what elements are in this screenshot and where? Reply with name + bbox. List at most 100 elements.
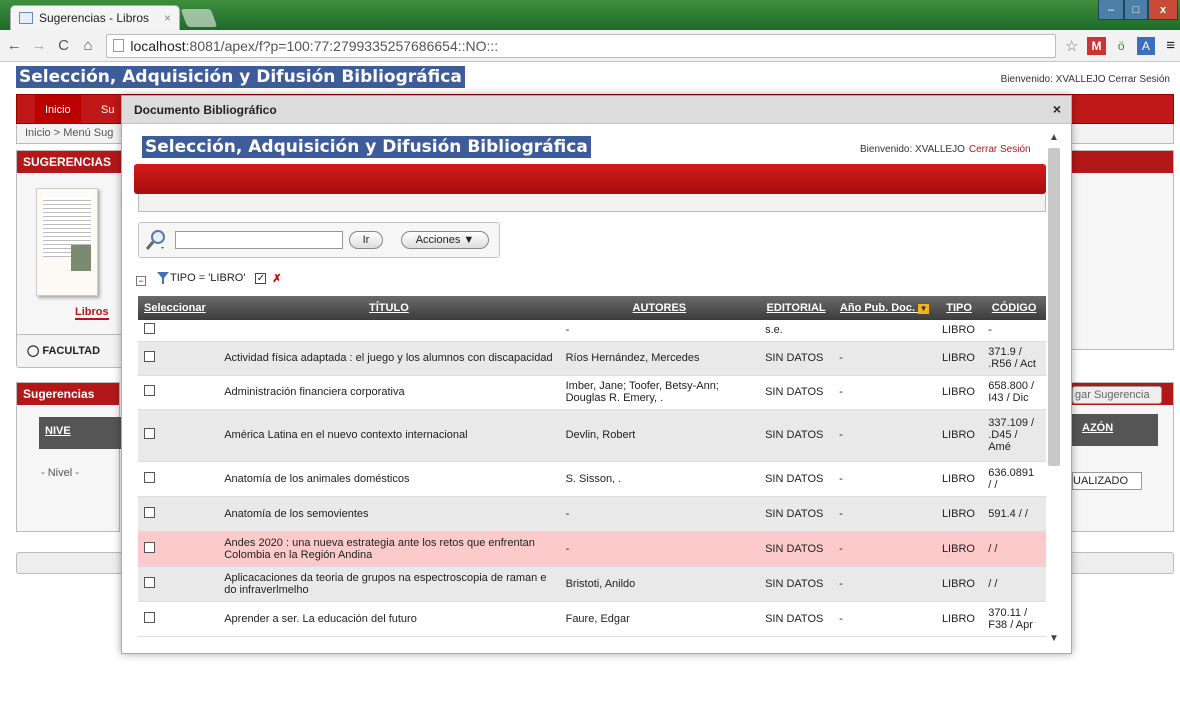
back-icon[interactable]: ← (4, 37, 25, 54)
col-titulo[interactable]: TÍTULO (218, 296, 560, 320)
cell-titulo (218, 320, 560, 342)
cell-codigo: 371.9 / .R56 / Act (982, 341, 1046, 376)
sugerencias-report: Sugerencias NIVE - Nivel - (16, 382, 121, 532)
cell-editorial: SIN DATOS (759, 531, 834, 567)
cell-autores: Bristoti, Anildo (559, 566, 760, 602)
cell-codigo: 636.0891 / / (982, 461, 1046, 497)
table-row: América Latina en el nuevo contexto inte… (138, 409, 1046, 462)
row-checkbox[interactable] (138, 375, 219, 410)
bookmark-star-icon[interactable]: ☆ (1062, 37, 1081, 55)
row-checkbox[interactable] (138, 320, 219, 342)
col-tipo[interactable]: TIPO (935, 296, 983, 320)
dialog-title: Documento Bibliográfico (134, 103, 277, 117)
logout-link[interactable]: Cerrar Sesión (969, 144, 1031, 155)
col-codigo[interactable]: CÓDIGO (982, 296, 1046, 320)
cell-tipo: LIBRO (935, 496, 983, 532)
search-icon[interactable] (145, 229, 167, 251)
table-header-row: Seleccionar TÍTULO AUTORES EDITORIAL Año… (138, 296, 1046, 320)
nivel-select[interactable]: - Nivel - (41, 467, 79, 479)
collapse-icon[interactable]: − (136, 276, 146, 286)
menu-icon[interactable]: ≡ (1161, 37, 1180, 55)
table-row: Administración financiera corporativa Im… (138, 375, 1046, 410)
panel-right-edge (1072, 150, 1174, 350)
column-razon[interactable]: AZÓN (1072, 414, 1158, 446)
dialog-scrollbar[interactable]: ▲ ▼ (1046, 132, 1062, 647)
actions-menu-button[interactable]: Acciones ▼ (401, 231, 489, 249)
cell-tipo: LIBRO (935, 320, 983, 342)
row-checkbox[interactable] (138, 496, 219, 532)
new-tab-button[interactable] (180, 9, 218, 27)
col-seleccionar[interactable]: Seleccionar (138, 296, 219, 320)
close-window-button[interactable]: x (1148, 0, 1178, 20)
filter-label[interactable]: TIPO = 'LIBRO' (170, 272, 245, 284)
cell-anio: - (833, 375, 936, 410)
remove-filter-icon[interactable]: ✗ (272, 272, 281, 285)
search-region: Ir Acciones ▼ (138, 222, 500, 258)
translate-extension-icon[interactable]: A (1136, 36, 1156, 55)
table-row: - s.e. LIBRO - (138, 320, 1046, 342)
forward-icon[interactable]: → (29, 37, 50, 54)
estado-select[interactable]: UALIZADO (1072, 472, 1142, 490)
maximize-button[interactable]: □ (1124, 0, 1148, 20)
table-row: Andes 2020 : una nueva estrategia ante l… (138, 531, 1046, 567)
documents-table: Seleccionar TÍTULO AUTORES EDITORIAL Año… (138, 296, 1046, 637)
gmail-extension-icon[interactable]: M (1087, 36, 1106, 55)
cell-autores: Devlin, Robert (559, 409, 760, 462)
cell-editorial: SIN DATOS (759, 566, 834, 602)
row-checkbox[interactable] (138, 601, 219, 637)
nav-tab-inicio[interactable]: Inicio (35, 95, 81, 125)
cell-anio: - (833, 601, 936, 637)
row-checkbox[interactable] (138, 461, 219, 497)
row-checkbox[interactable] (138, 341, 219, 376)
reload-icon[interactable]: C (53, 37, 74, 54)
cell-editorial: SIN DATOS (759, 461, 834, 497)
browser-titlebar: Sugerencias - Libros × – □ x (0, 0, 1180, 30)
cell-anio (833, 320, 936, 342)
row-checkbox[interactable] (138, 566, 219, 602)
scrollbar-thumb[interactable] (1048, 148, 1060, 466)
scroll-up-icon[interactable]: ▲ (1046, 132, 1062, 146)
close-icon[interactable]: × (1053, 101, 1061, 117)
col-editorial[interactable]: EDITORIAL (759, 296, 834, 320)
page-favicon-icon (19, 12, 33, 24)
address-bar[interactable]: localhost:8081/apex/f?p=100:77:279933525… (106, 33, 1057, 58)
cell-titulo: Anatomía de los semovientes (218, 496, 560, 532)
minimize-button[interactable]: – (1098, 0, 1124, 20)
extension-icon[interactable]: ö (1112, 37, 1131, 55)
agregar-sugerencia-button[interactable]: gar Sugerencia (1072, 386, 1162, 404)
cell-editorial: SIN DATOS (759, 409, 834, 462)
libros-link[interactable]: Libros (75, 306, 109, 320)
nav-tab-sugerencias[interactable]: Su (101, 95, 114, 125)
row-checkbox[interactable] (138, 531, 219, 567)
book-image[interactable] (36, 188, 98, 296)
go-button[interactable]: Ir (349, 231, 383, 249)
cell-tipo: LIBRO (935, 601, 983, 637)
app-title: Selección, Adquisición y Difusión Biblio… (142, 136, 591, 158)
cell-autores: - (559, 496, 760, 532)
table-row: Aplicacaciones da teoria de grupos na es… (138, 566, 1046, 602)
browser-tab[interactable]: Sugerencias - Libros × (10, 5, 180, 30)
facultad-filter[interactable]: ◯ FACULTAD (16, 334, 136, 368)
cell-titulo: Andes 2020 : una nueva estrategia ante l… (218, 531, 560, 567)
home-icon[interactable]: ⌂ (78, 37, 99, 54)
filter-enable-checkbox[interactable]: ✓ (255, 272, 267, 284)
cell-titulo: Actividad física adaptada : el juego y l… (218, 341, 560, 376)
cell-tipo: LIBRO (935, 375, 983, 410)
col-anio[interactable]: Año Pub. Doc. ▼ (833, 296, 936, 320)
cell-titulo: Administración financiera corporativa (218, 375, 560, 410)
cell-titulo: Aplicacaciones da teoria de grupos na es… (218, 566, 560, 602)
panel-header: SUGERENCIAS (17, 151, 121, 173)
dialog-body: Selección, Adquisición y Difusión Biblio… (122, 124, 1071, 653)
column-nivel[interactable]: NIVE (39, 417, 121, 449)
cell-tipo: LIBRO (935, 341, 983, 376)
cell-autores: Ríos Hernández, Mercedes (559, 341, 760, 376)
url-path: :8081/apex/f?p=100:77:2799335257686654::… (185, 37, 499, 54)
tab-title: Sugerencias - Libros (39, 11, 150, 25)
col-autores[interactable]: AUTORES (559, 296, 760, 320)
search-input[interactable] (175, 231, 343, 249)
col-anio-label: Año Pub. Doc. (839, 302, 916, 314)
report-header: Sugerencias (17, 383, 119, 405)
row-checkbox[interactable] (138, 409, 219, 462)
scroll-down-icon[interactable]: ▼ (1046, 633, 1062, 647)
tab-close-icon[interactable]: × (164, 11, 171, 25)
